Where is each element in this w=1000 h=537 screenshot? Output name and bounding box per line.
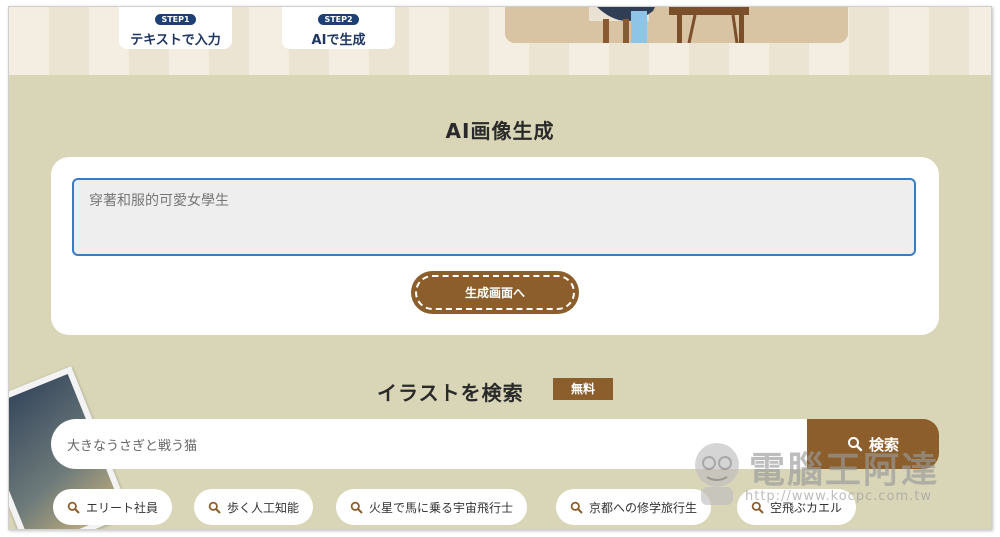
search-icon <box>208 501 221 513</box>
step1-badge: STEP1 <box>155 14 196 25</box>
tag-item[interactable]: エリート社員 <box>53 489 173 525</box>
tag-label: 歩く人工知能 <box>227 500 300 515</box>
mascot-icon <box>695 443 739 505</box>
step2-label: AIで生成 <box>311 33 366 48</box>
watermark: 電腦王阿達 http://www.kocpc.com.tw <box>687 435 957 521</box>
generator-title: AI画像生成 <box>445 119 555 143</box>
banner-illustration <box>505 7 848 43</box>
generator-card: 穿著和服的可愛女學生 生成画面へ <box>51 157 939 335</box>
step1-card: STEP1 テキストで入力 <box>119 7 232 49</box>
generate-button-label: 生成画面へ <box>415 275 575 310</box>
search-icon <box>350 501 363 513</box>
search-icon <box>570 501 583 513</box>
generate-button[interactable]: 生成画面へ <box>411 271 579 314</box>
top-banner: STEP1 テキストで入力 STEP2 AIで生成 <box>9 7 991 75</box>
prompt-textarea[interactable]: 穿著和服的可愛女學生 <box>72 178 916 256</box>
tag-label: 京都への修学旅行生 <box>589 500 698 515</box>
tag-label: エリート社員 <box>86 500 159 515</box>
free-badge: 無料 <box>553 378 613 400</box>
step2-badge: STEP2 <box>318 14 359 25</box>
tag-label: 火星で馬に乗る宇宙飛行士 <box>369 500 514 515</box>
watermark-name: 電腦王阿達 <box>749 450 940 491</box>
tag-item[interactable]: 歩く人工知能 <box>194 489 314 525</box>
search-title: イラストを検索 <box>377 381 524 405</box>
tag-item[interactable]: 火星で馬に乗る宇宙飛行士 <box>336 489 528 525</box>
watermark-url: http://www.kocpc.com.tw <box>745 489 932 504</box>
step2-card: STEP2 AIで生成 <box>282 7 395 49</box>
page-frame: STEP1 テキストで入力 STEP2 AIで生成 AI画像生成 穿著和服的可愛… <box>8 6 992 530</box>
search-icon <box>67 501 80 513</box>
step1-label: テキストで入力 <box>130 33 221 48</box>
